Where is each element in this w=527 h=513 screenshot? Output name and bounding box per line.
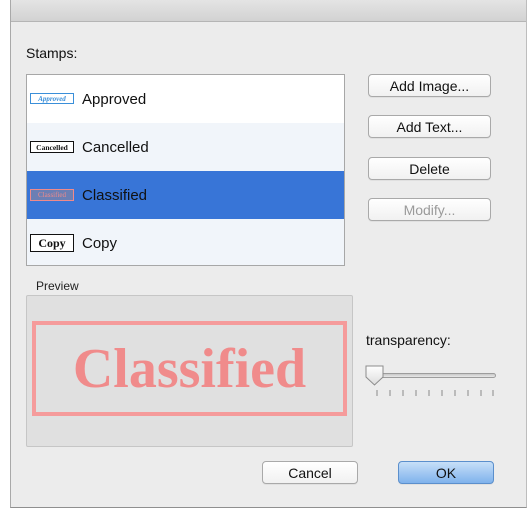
- preview-stamp-frame: Classified: [32, 321, 347, 416]
- transparency-slider-ticks: [376, 390, 494, 396]
- screen: Stamps: Approved Approved Cancelled Canc…: [0, 0, 527, 513]
- stamp-item-cancelled[interactable]: Cancelled Cancelled: [27, 123, 344, 171]
- stamp-item-approved[interactable]: Approved Approved: [27, 75, 344, 123]
- preview-label: Preview: [36, 279, 79, 293]
- stamps-label: Stamps:: [26, 45, 78, 61]
- stamps-list[interactable]: Approved Approved Cancelled Cancelled Cl…: [26, 74, 345, 266]
- classified-stamp-thumbnail: Classified: [30, 189, 74, 201]
- transparency-label: transparency:: [366, 332, 451, 348]
- preview-panel: Classified: [26, 295, 353, 447]
- title-bar: [11, 0, 526, 22]
- stamp-item-label: Classified: [82, 186, 148, 204]
- cancelled-stamp-thumbnail: Cancelled: [30, 141, 74, 153]
- cancel-button[interactable]: Cancel: [262, 461, 358, 484]
- stamp-item-label: Approved: [82, 90, 147, 108]
- modify-button[interactable]: Modify...: [368, 198, 491, 221]
- stamp-item-label: Copy: [82, 234, 118, 252]
- transparency-slider-thumb[interactable]: [364, 364, 385, 386]
- add-text-button[interactable]: Add Text...: [368, 115, 491, 138]
- ok-button[interactable]: OK: [398, 461, 494, 484]
- preview-stamp-text: Classified: [72, 337, 307, 400]
- stamp-item-classified[interactable]: Classified Classified: [27, 171, 344, 219]
- stamp-item-copy[interactable]: Copy Copy: [27, 219, 344, 265]
- approved-stamp-thumbnail: Approved: [30, 93, 74, 104]
- transparency-slider-track[interactable]: [371, 373, 496, 378]
- add-image-button[interactable]: Add Image...: [368, 74, 491, 97]
- copy-stamp-thumbnail: Copy: [30, 234, 74, 252]
- delete-button[interactable]: Delete: [368, 157, 491, 180]
- stamp-item-label: Cancelled: [82, 138, 149, 156]
